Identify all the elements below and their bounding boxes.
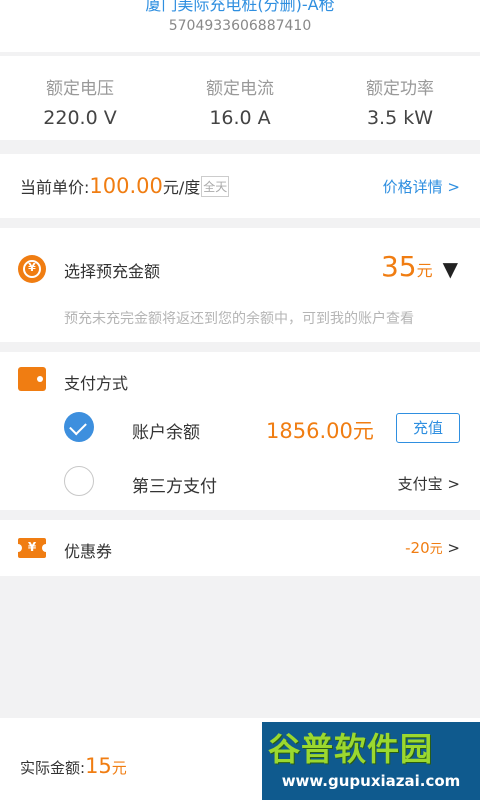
alipay-selector[interactable]: 支付宝 >: [398, 473, 460, 494]
watermark-title: 谷普软件园: [268, 730, 434, 768]
coupon-row[interactable]: ¥ 优惠券 -20元 >: [0, 520, 480, 576]
rated-power-label: 额定功率: [366, 79, 434, 99]
station-code: 5704933606887410: [168, 18, 312, 34]
wallet-icon: [18, 367, 46, 391]
price-details-link[interactable]: 价格详情 >: [383, 176, 460, 197]
prepay-unit: 元: [416, 261, 433, 280]
balance-amount: 1856.00元: [266, 419, 374, 443]
rated-voltage: 额定电压 220.0 V: [0, 56, 160, 140]
yuan-coin-icon: ¥: [18, 255, 46, 283]
dropdown-triangle-icon[interactable]: ▼: [443, 257, 458, 281]
prepay-hint: 预充未充完金额将返还到您的余额中，可到我的账户查看: [64, 311, 414, 327]
watermark-url: www.gupuxiazai.com: [281, 772, 461, 790]
rated-power-value: 3.5 kW: [366, 107, 434, 129]
rated-voltage-value: 220.0 V: [43, 107, 117, 129]
rated-current-label: 额定电流: [206, 79, 274, 99]
coupon-discount[interactable]: -20元 >: [405, 538, 460, 557]
actual-amount-value: 15: [85, 754, 112, 778]
actual-amount-label: 实际金额:: [20, 759, 86, 777]
balance-option-label[interactable]: 账户余额: [132, 418, 200, 443]
payment-title: 支付方式: [64, 374, 129, 393]
prepay-amount-select[interactable]: 35 元 ▼: [381, 250, 458, 283]
coupon-ticket-icon: ¥: [14, 538, 50, 558]
prepay-title: 选择预充金额: [64, 262, 161, 281]
actual-amount-unit: 元: [111, 759, 127, 777]
coupon-discount-value: -20: [405, 539, 430, 557]
rated-voltage-label: 额定电压: [46, 79, 114, 99]
rated-current: 额定电流 16.0 A: [160, 56, 320, 140]
third-party-option-label[interactable]: 第三方支付: [132, 472, 217, 497]
station-header: 厦门美际充电桩(分删)-A枪 5704933606887410: [0, 0, 480, 52]
prepay-amount: 35: [380, 250, 417, 283]
price-label: 当前单价:: [20, 178, 90, 197]
rated-current-value: 16.0 A: [209, 107, 271, 129]
payment-section: 支付方式 账户余额 1856.00元 充值 第三方支付 支付宝 >: [0, 352, 480, 510]
price-row: 当前单价: 100.00 元/度 全天 价格详情 >: [0, 154, 480, 218]
coin-glyph: ¥: [28, 261, 36, 274]
ticket-glyph: ¥: [27, 540, 37, 554]
station-name: 厦门美际充电桩(分删)-A枪: [145, 0, 335, 14]
watermark-logo: 谷普软件园 www.gupuxiazai.com: [262, 722, 480, 800]
rated-power: 额定功率 3.5 kW: [320, 56, 480, 140]
actual-amount: 实际金额:15元: [20, 754, 127, 778]
prepay-section: ¥ 选择预充金额 35 元 ▼ 预充未充完金额将返还到您的余额中，可到我的账户查…: [0, 228, 480, 342]
price-amount: 100.00: [89, 174, 163, 198]
coupon-discount-unit: 元: [429, 542, 443, 557]
price-unit: 元/度: [162, 178, 201, 197]
chevron-right-icon: >: [447, 539, 460, 557]
balance-radio-checked-icon[interactable]: [64, 412, 94, 442]
ratings-panel: 额定电压 220.0 V 额定电流 16.0 A 额定功率 3.5 kW: [0, 56, 480, 140]
third-party-radio-icon[interactable]: [64, 466, 94, 496]
coupon-title: 优惠券: [64, 542, 113, 561]
recharge-button[interactable]: 充值: [396, 413, 460, 443]
all-day-tag: 全天: [201, 175, 230, 197]
